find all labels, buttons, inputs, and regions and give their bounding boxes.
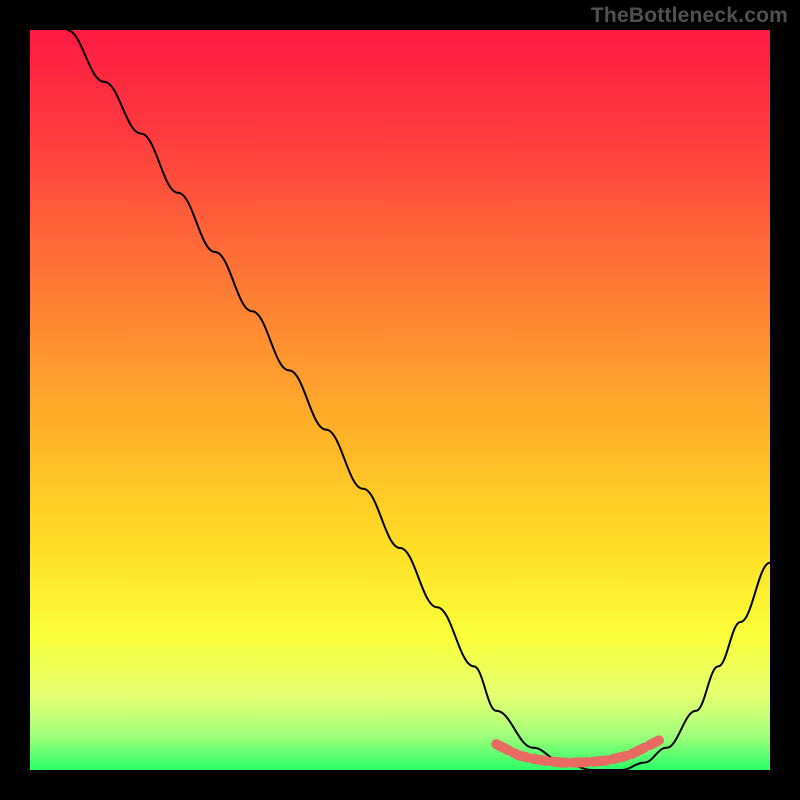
watermark-text: TheBottleneck.com [591, 4, 788, 28]
gradient-bg [30, 30, 770, 770]
chart-svg [30, 30, 770, 770]
plot-area [30, 30, 770, 770]
chart-frame: TheBottleneck.com [0, 0, 800, 800]
